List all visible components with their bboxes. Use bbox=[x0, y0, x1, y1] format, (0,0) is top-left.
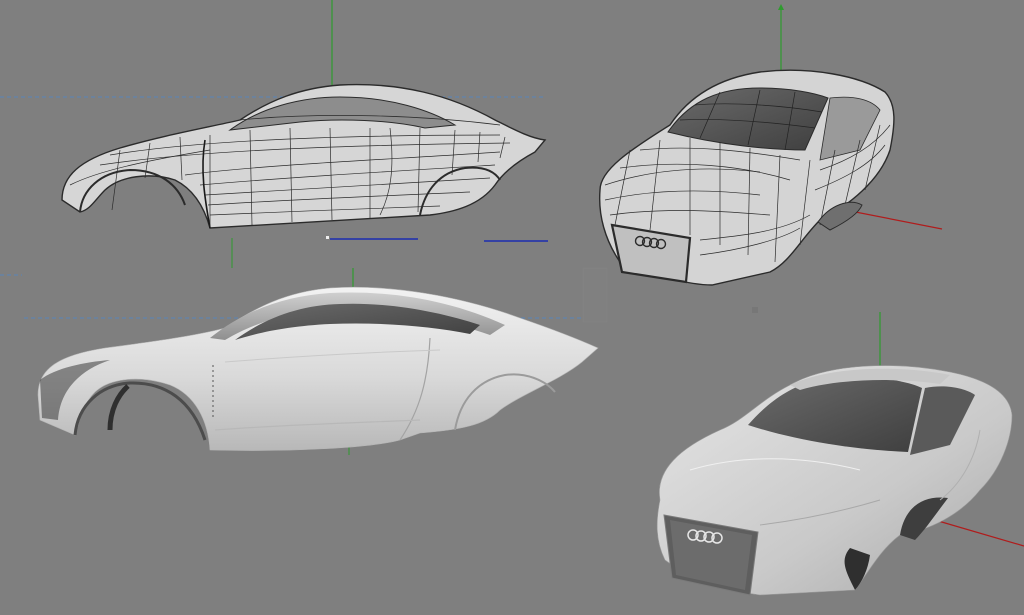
x-axis-line bbox=[927, 517, 1024, 547]
scene-canvas[interactable] bbox=[0, 0, 1024, 615]
car-body-perspective-shaded[interactable] bbox=[656, 365, 1013, 596]
viewport-perspective-wireframe[interactable] bbox=[598, 4, 943, 286]
viewport-frame-edge bbox=[582, 267, 608, 323]
viewport-perspective-shaded[interactable] bbox=[656, 307, 1024, 596]
pivot-marker bbox=[752, 307, 758, 313]
car-body-side-wireframe[interactable] bbox=[61, 83, 547, 229]
y-axis-arrow bbox=[778, 4, 784, 10]
car-body-side-shaded[interactable] bbox=[37, 286, 599, 451]
3d-viewport-area[interactable] bbox=[0, 0, 1024, 615]
car-body-perspective-wireframe[interactable] bbox=[598, 69, 895, 286]
viewport-side-wireframe[interactable] bbox=[0, 0, 548, 268]
pivot-marker bbox=[326, 236, 329, 239]
viewport-side-shaded[interactable] bbox=[0, 267, 608, 455]
